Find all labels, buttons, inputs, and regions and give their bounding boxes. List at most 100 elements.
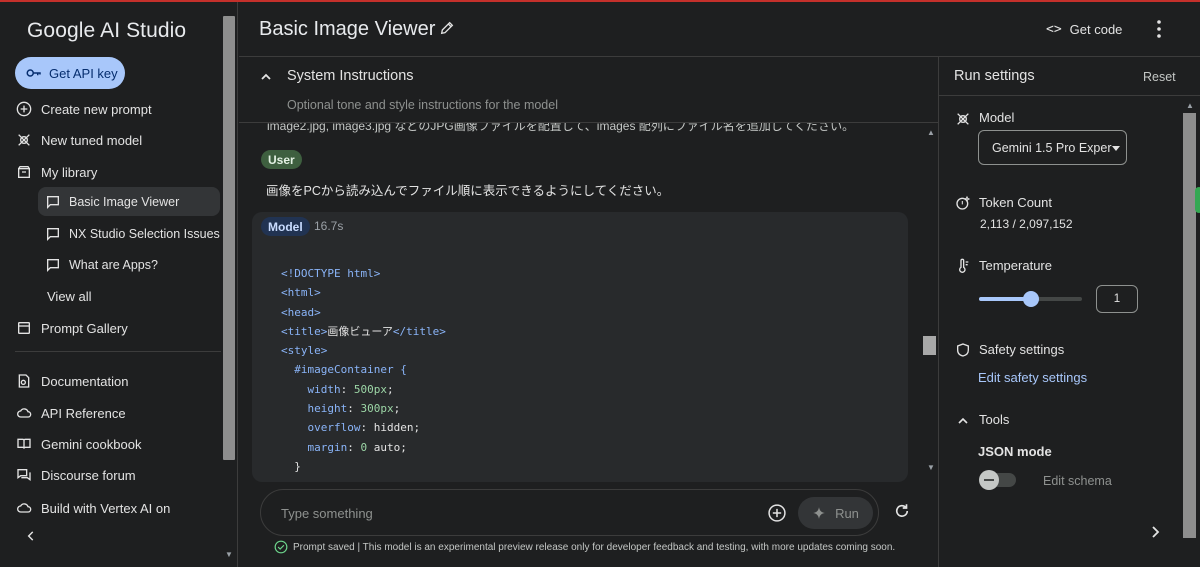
user-role-chip: User (261, 150, 302, 169)
model-select[interactable]: Gemini 1.5 Pro Exper (978, 130, 1127, 165)
code-token: <title> (281, 324, 328, 338)
system-instructions-title[interactable]: System Instructions (287, 68, 414, 84)
sidebar-item-gemini-cookbook[interactable]: Gemini cookbook (15, 430, 141, 458)
code-line: <!DOCTYPE html> (281, 267, 381, 280)
sidebar-item-prompt-gallery[interactable]: Prompt Gallery (15, 314, 128, 342)
model-select-value: Gemini 1.5 Pro Exper (992, 140, 1112, 155)
tune-icon (15, 131, 33, 149)
tools-label: Tools (979, 412, 1010, 427)
collapse-sidebar-icon[interactable] (24, 529, 38, 543)
code-line: <head> (281, 305, 321, 319)
chat-icon (45, 226, 61, 242)
system-instructions-panel: System Instructions Optional tone and st… (239, 57, 938, 123)
run-settings-panel: Run settings Reset Model Gemini 1.5 Pro … (938, 57, 1200, 567)
get-code-label: Get code (1069, 21, 1123, 37)
get-api-key-label: Get API key (49, 65, 118, 81)
code-token: auto (373, 440, 401, 454)
gallery-icon (15, 319, 33, 337)
code-token: hidden (373, 421, 414, 435)
book-icon (15, 435, 33, 453)
edit-schema-button[interactable]: Edit schema (1043, 474, 1112, 488)
temperature-input[interactable] (1096, 285, 1138, 313)
page-title: Basic Image Viewer (259, 18, 436, 40)
sidebar-item-label: Prompt Gallery (41, 320, 128, 336)
code-token: </title> (392, 324, 446, 338)
slider-thumb[interactable] (1022, 291, 1039, 307)
run-button[interactable]: Run (798, 497, 873, 529)
prompt-input[interactable] (281, 503, 741, 523)
refresh-icon[interactable] (893, 502, 911, 520)
library-item-nx-studio[interactable]: NX Studio Selection Issues (38, 219, 220, 248)
chevron-up-icon[interactable] (260, 71, 272, 83)
brand-title: Google AI Studio (27, 19, 187, 42)
sidebar-item-new-tuned-model[interactable]: New tuned model (15, 126, 142, 154)
status-line: Prompt saved | This model is an experime… (274, 540, 895, 554)
chevron-up-icon[interactable] (955, 413, 971, 429)
get-api-key-button[interactable]: Get API key (15, 57, 125, 89)
toggle-knob (979, 470, 999, 490)
sidebar-item-my-library[interactable]: My library (15, 158, 97, 186)
edit-title-icon[interactable] (439, 20, 455, 36)
library-item-label: Basic Image Viewer (69, 194, 180, 209)
view-all-link[interactable]: View all (47, 282, 92, 310)
chat-scrollbar[interactable] (923, 336, 936, 355)
cloud-icon (15, 499, 33, 517)
library-item-basic-image-viewer[interactable]: Basic Image Viewer (38, 187, 220, 216)
scroll-up-arrow-icon[interactable]: ▲ (927, 128, 935, 137)
chat-icon (45, 257, 61, 273)
json-mode-toggle[interactable] (979, 470, 1016, 490)
sidebar-item-label: Discourse forum (41, 467, 136, 483)
doc-search-icon (15, 372, 33, 390)
ai-studio-app: Google AI Studio Get API key Create new … (0, 0, 1200, 567)
chat-icon (45, 194, 61, 210)
assistant-indicator[interactable] (1195, 187, 1200, 213)
sidebar-item-label: Create new prompt (41, 101, 152, 117)
thermometer-icon (959, 258, 969, 273)
token-count-value: 2,113 / 2,097,152 (980, 217, 1073, 231)
library-item-what-are-apps[interactable]: What are Apps? (38, 250, 220, 279)
reset-button[interactable]: Reset (1143, 70, 1176, 84)
forum-icon (15, 466, 33, 484)
code-token: overflow (307, 421, 361, 435)
scroll-down-arrow-icon[interactable]: ▼ (225, 550, 233, 559)
run-settings-title: Run settings (954, 68, 1035, 84)
sidebar-scrollbar[interactable] (223, 16, 235, 460)
dropdown-caret-icon (1112, 146, 1120, 151)
sidebar-item-api-reference[interactable]: API Reference (15, 399, 126, 427)
model-icon (957, 113, 969, 125)
system-instructions-input[interactable]: Optional tone and style instructions for… (287, 98, 558, 112)
sidebar-item-create-prompt[interactable]: Create new prompt (15, 95, 152, 123)
sidebar-divider (15, 351, 221, 352)
run-settings-header: Run settings Reset (939, 57, 1200, 96)
model-label: Model (979, 110, 1015, 125)
more-options-icon[interactable] (1153, 18, 1165, 40)
code-token: 500px (353, 382, 387, 396)
shield-icon (957, 343, 969, 357)
check-circle-icon (274, 540, 288, 554)
token-icon (956, 195, 971, 210)
settings-scrollbar[interactable] (1183, 113, 1196, 538)
json-mode-label: JSON mode (978, 444, 1052, 459)
add-media-icon[interactable] (767, 503, 787, 523)
page-header: Basic Image Viewer <> Get code (239, 2, 1200, 57)
scroll-up-arrow-icon[interactable]: ▲ (1186, 101, 1194, 110)
scroll-down-arrow-icon[interactable]: ▼ (927, 463, 935, 472)
sidebar-item-label: My library (41, 164, 98, 180)
sidebar-item-discourse-forum[interactable]: Discourse forum (15, 461, 136, 489)
temperature-slider[interactable] (979, 290, 1082, 308)
model-response-card: Model 16.7s <!DOCTYPE html> <html> <head… (252, 212, 908, 482)
sidebar-item-label: Documentation (41, 373, 129, 389)
code-token: margin (307, 440, 348, 454)
sidebar-item-vertex-ai[interactable]: Build with Vertex AI on (15, 494, 170, 522)
sidebar-item-documentation[interactable]: Documentation (15, 367, 128, 395)
code-line: #imageContainer { (294, 363, 407, 377)
get-code-button[interactable]: <> Get code (1046, 18, 1122, 40)
sidebar-item-label: Build with Vertex AI on (41, 500, 171, 516)
edit-safety-settings-link[interactable]: Edit safety settings (978, 370, 1087, 385)
chevron-right-icon[interactable] (1149, 525, 1161, 539)
cloud-icon (15, 404, 33, 422)
library-item-label: What are Apps? (69, 257, 158, 272)
library-item-label: NX Studio Selection Issues (69, 226, 220, 241)
plus-circle-icon (15, 100, 33, 118)
code-token: height (307, 402, 348, 416)
